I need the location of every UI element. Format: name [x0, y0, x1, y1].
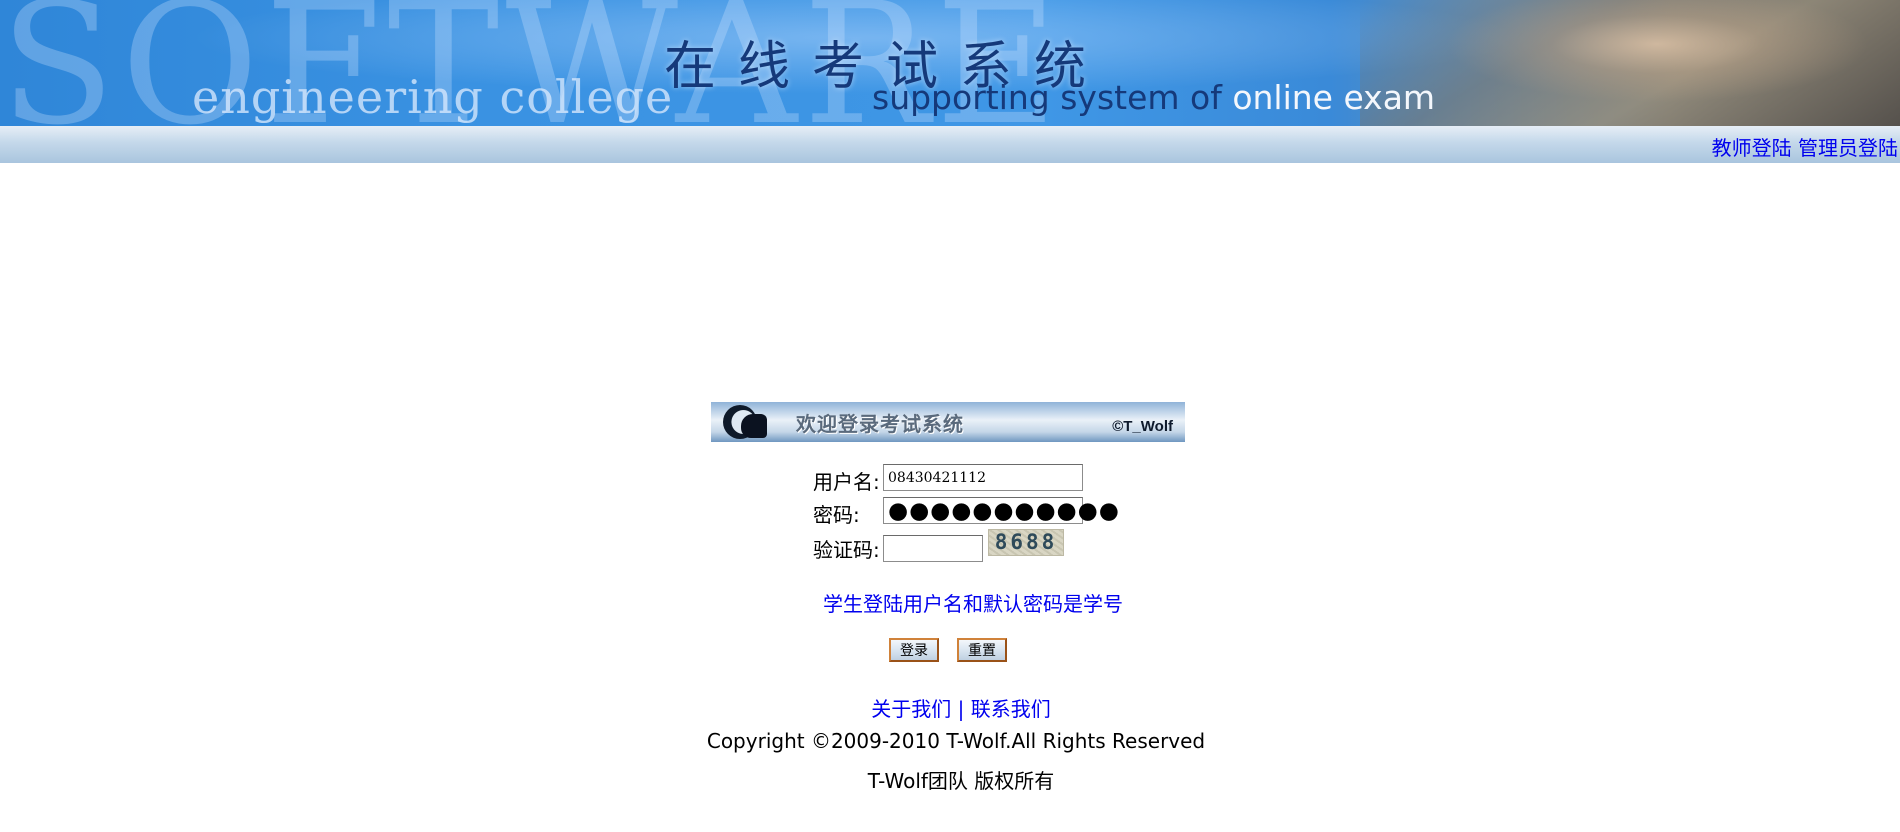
contact-us-link[interactable]: 联系我们	[971, 697, 1051, 721]
username-field[interactable]	[883, 464, 1083, 491]
top-nav-links: 教师登陆 管理员登陆	[1712, 132, 1898, 161]
header-banner: SOFTWARE engineering college 在线考试系统 supp…	[0, 0, 1900, 126]
copyright-text: Copyright ©2009-2010 T-Wolf.All Rights R…	[706, 729, 1206, 753]
admin-login-link[interactable]: 管理员登陆	[1798, 136, 1898, 160]
tagline-highlight: online exam	[1232, 78, 1436, 117]
captcha-image[interactable]: 8688	[988, 529, 1064, 556]
welcome-copyright: ©T_Wolf	[1112, 418, 1173, 435]
banner-photo	[1360, 0, 1900, 126]
footer-links: 关于我们 | 联系我们	[0, 693, 1900, 722]
captcha-label: 验证码:	[813, 538, 880, 562]
about-us-link[interactable]: 关于我们	[871, 697, 951, 721]
banner-tagline: supporting system of online exam	[872, 78, 1435, 117]
captcha-input[interactable]	[884, 536, 982, 561]
login-hint: 学生登陆用户名和默认密码是学号	[823, 592, 1123, 616]
login-button[interactable]: 登录	[889, 638, 939, 662]
welcome-title: 欢迎登录考试系统	[796, 412, 964, 436]
username-input[interactable]	[884, 465, 1082, 490]
wolf-head-icon	[741, 414, 767, 438]
welcome-header: 欢迎登录考试系统 ©T_Wolf	[711, 402, 1185, 442]
password-mask: ●●●●●●●●●●●	[888, 498, 1120, 524]
reset-button[interactable]: 重置	[957, 638, 1007, 662]
teacher-login-link[interactable]: 教师登陆	[1712, 136, 1792, 160]
tagline-prefix: supporting system of	[872, 78, 1233, 117]
team-text: T-Wolf团队 版权所有	[867, 769, 1055, 793]
footer-separator: |	[957, 697, 965, 721]
password-field[interactable]: ●●●●●●●●●●●	[883, 497, 1119, 524]
captcha-field[interactable]	[883, 535, 983, 562]
username-label: 用户名:	[813, 470, 880, 494]
password-label: 密码:	[813, 503, 860, 527]
banner-college-text: engineering college	[192, 70, 674, 124]
top-nav-bar: 教师登陆 管理员登陆	[0, 126, 1900, 163]
